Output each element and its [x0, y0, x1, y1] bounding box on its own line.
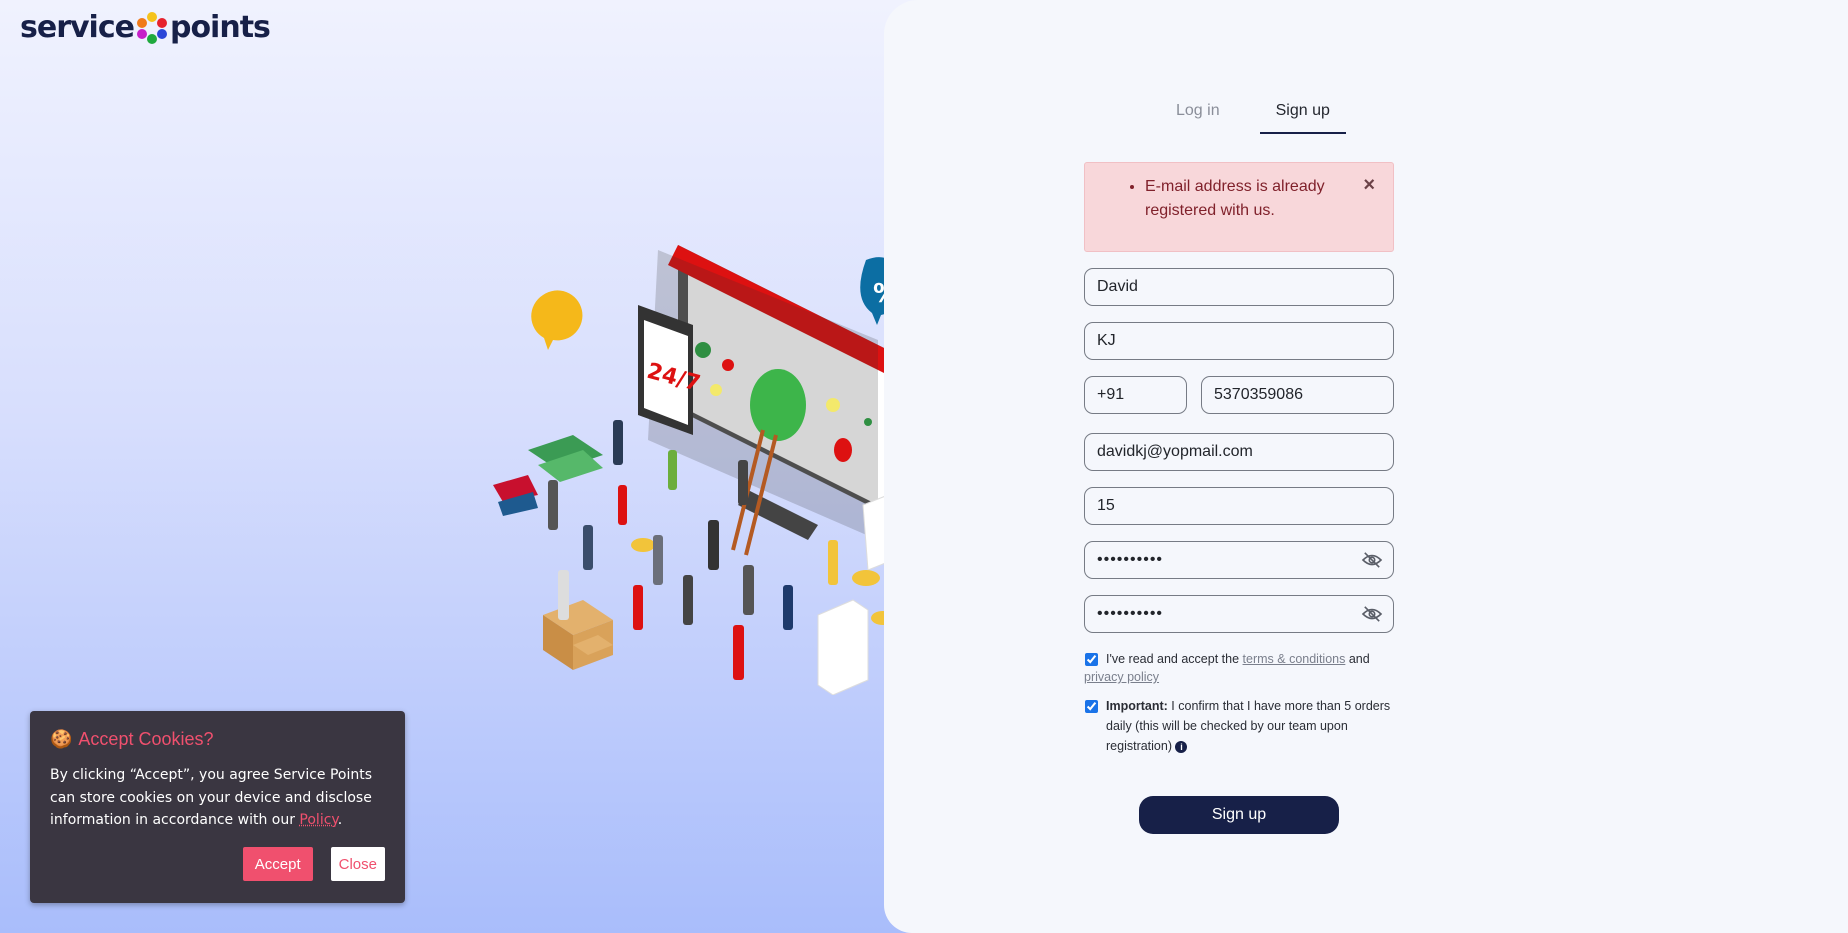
cookie-buttons: Accept Close: [242, 847, 385, 881]
important-checkbox[interactable]: [1085, 700, 1098, 713]
tab-log-in[interactable]: Log in: [1160, 92, 1236, 134]
important-text: Important: I confirm that I have more th…: [1106, 696, 1394, 756]
cookie-banner: 🍪 Accept Cookies? By clicking “Accept”, …: [30, 711, 405, 903]
eye-slash-icon[interactable]: [1361, 551, 1383, 569]
first-name-input[interactable]: [1097, 278, 1381, 296]
confirm-password-field[interactable]: [1084, 595, 1394, 633]
phone-input[interactable]: [1214, 386, 1381, 404]
close-cookies-button[interactable]: Close: [330, 847, 385, 881]
auth-tabs: Log in Sign up: [1160, 92, 1346, 134]
logo-text-points: points: [169, 10, 271, 45]
cookie-title: Accept Cookies?: [78, 729, 214, 749]
important-check-row: Important: I confirm that I have more th…: [1084, 696, 1394, 756]
cookie-period: .: [337, 812, 343, 828]
accept-cookies-button[interactable]: Accept: [242, 847, 313, 881]
country-code-field[interactable]: [1084, 376, 1187, 414]
email-input[interactable]: [1097, 443, 1381, 461]
error-alert: E-mail address is already registered wit…: [1084, 162, 1394, 252]
country-code-input[interactable]: [1097, 386, 1174, 404]
signup-form: E-mail address is already registered wit…: [1084, 162, 1394, 834]
terms-checkbox[interactable]: [1085, 653, 1098, 666]
cookie-policy-link[interactable]: Policy: [299, 812, 337, 828]
orders-field[interactable]: [1084, 487, 1394, 525]
cookie-text: By clicking “Accept”, you agree Service …: [50, 764, 385, 832]
eye-slash-icon[interactable]: [1361, 605, 1383, 623]
tab-sign-up[interactable]: Sign up: [1259, 92, 1346, 134]
last-name-input[interactable]: [1097, 332, 1381, 350]
cookie-icon: 🍪: [50, 729, 73, 749]
orders-input[interactable]: [1097, 497, 1381, 515]
confirm-password-input[interactable]: [1097, 605, 1381, 623]
boxes-graphic: [543, 600, 613, 670]
terms-check-row: I've read and accept the terms & conditi…: [1084, 649, 1394, 669]
close-alert-icon[interactable]: ×: [1363, 173, 1375, 197]
password-input[interactable]: [1097, 551, 1381, 569]
email-field[interactable]: [1084, 433, 1394, 471]
terms-and: and: [1348, 652, 1370, 666]
percent-bubble-graphic: %: [860, 257, 902, 325]
cookie-title-row: 🍪 Accept Cookies?: [50, 729, 385, 750]
terms-link[interactable]: terms & conditions: [1243, 652, 1346, 666]
first-name-field[interactable]: [1084, 268, 1394, 306]
privacy-link[interactable]: privacy policy: [1084, 667, 1159, 687]
signup-button[interactable]: Sign up: [1139, 796, 1339, 834]
service-points-logo[interactable]: service points: [20, 10, 271, 45]
logo-text-service: service: [20, 10, 135, 45]
terms-text: I've read and accept the terms & conditi…: [1106, 649, 1370, 669]
error-message: E-mail address is already registered wit…: [1145, 175, 1353, 223]
password-field[interactable]: [1084, 541, 1394, 579]
phone-field[interactable]: [1201, 376, 1394, 414]
last-name-field[interactable]: [1084, 322, 1394, 360]
logo-dots-icon: [136, 11, 168, 44]
cart-bubble-graphic: [531, 290, 583, 350]
phone-row: [1084, 376, 1394, 414]
terms-prefix: I've read and accept the: [1106, 652, 1240, 666]
svg-text:%: %: [873, 279, 899, 309]
important-label: Important:: [1106, 699, 1168, 713]
info-icon[interactable]: i: [1175, 740, 1188, 753]
privacy-row: privacy policy: [1084, 667, 1394, 687]
